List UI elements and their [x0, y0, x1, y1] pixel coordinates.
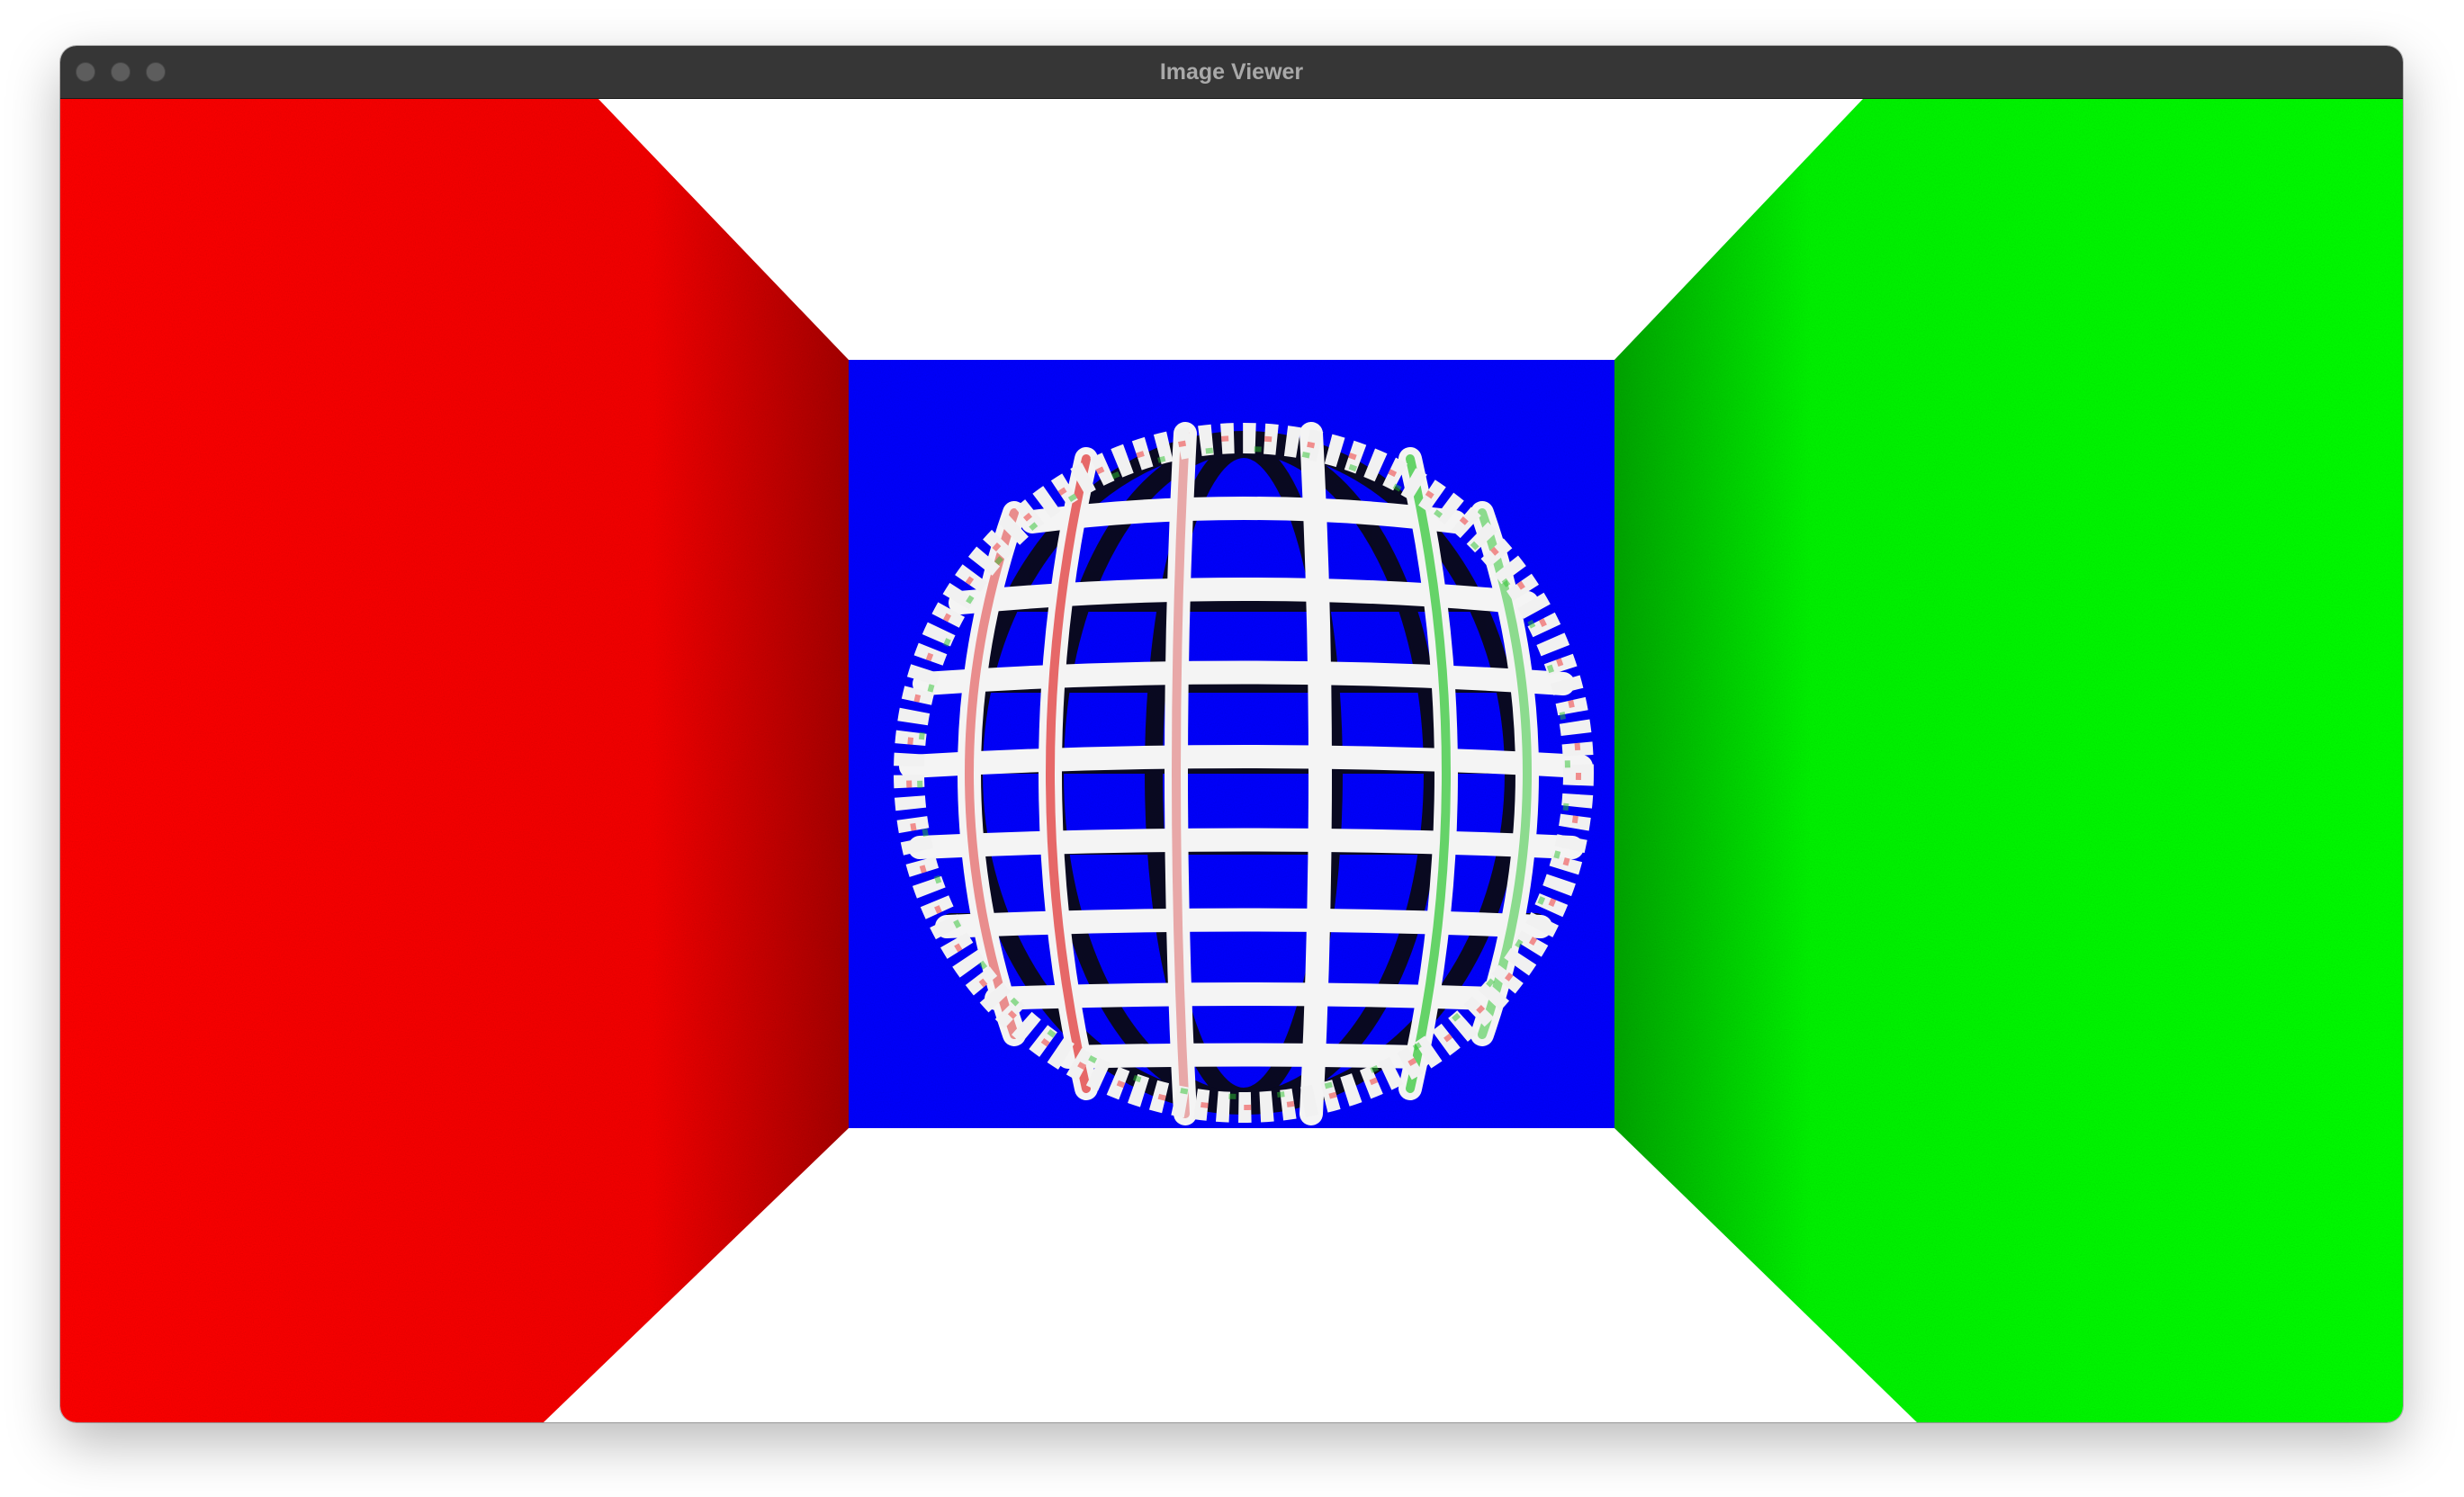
window-title: Image Viewer	[1159, 59, 1304, 85]
image-viewer-window: Image Viewer	[60, 46, 2403, 1422]
image-canvas	[60, 99, 2403, 1422]
rendered-image	[60, 99, 2403, 1422]
title-bar[interactable]: Image Viewer	[60, 46, 2403, 99]
